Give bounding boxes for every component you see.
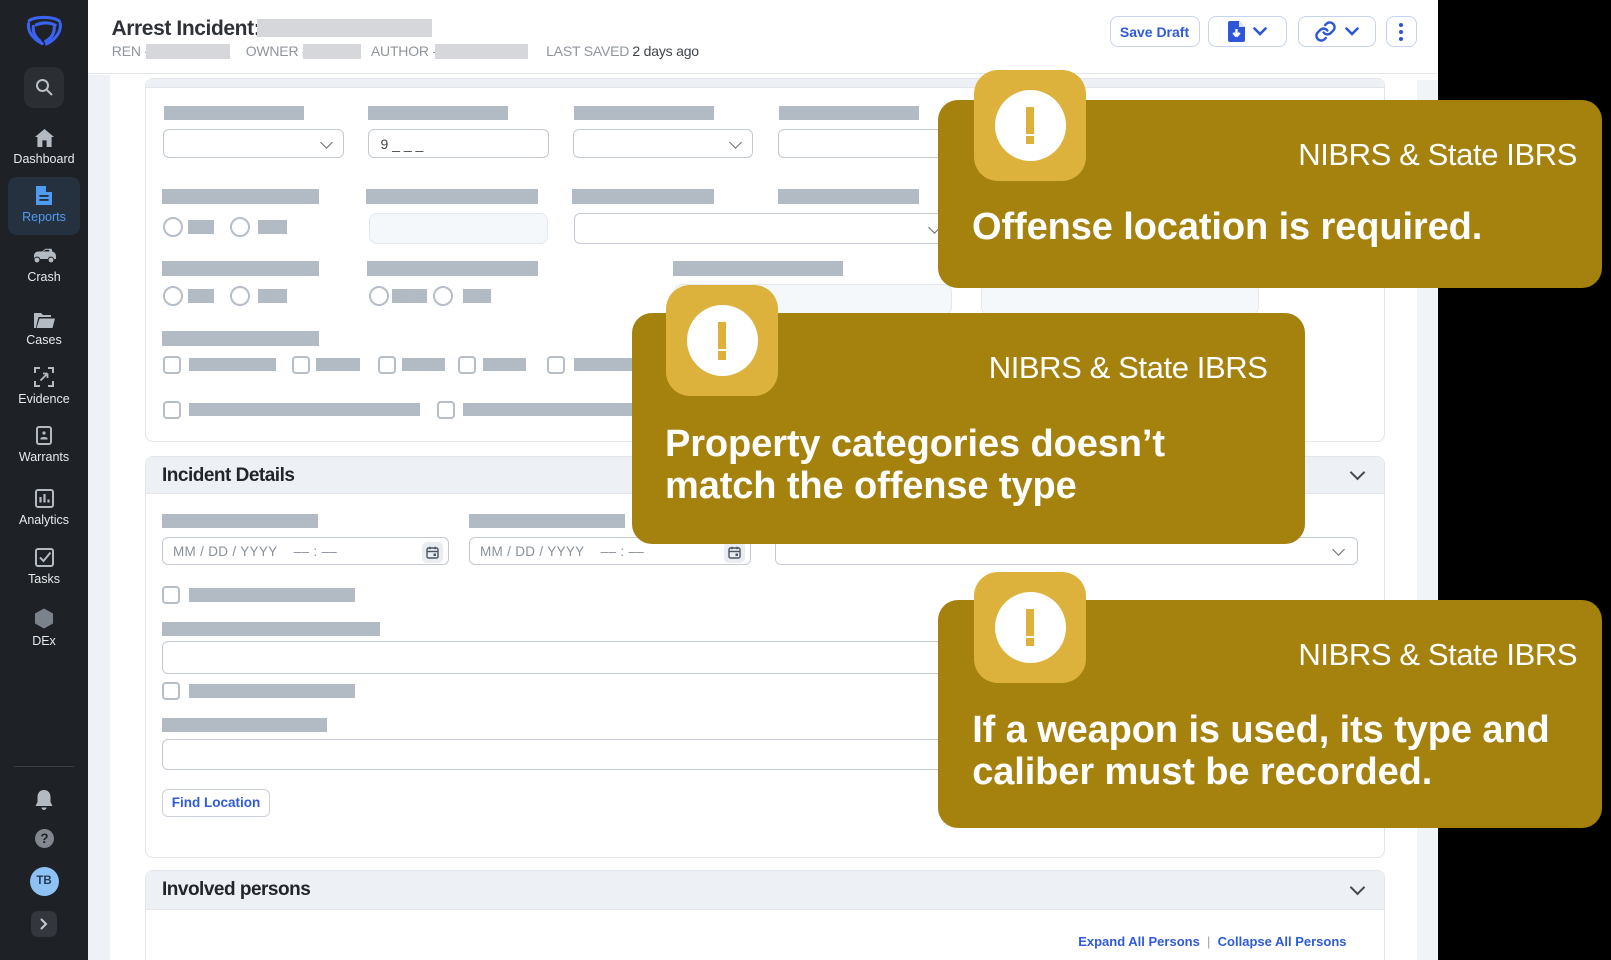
svg-text:?: ?	[40, 831, 48, 846]
